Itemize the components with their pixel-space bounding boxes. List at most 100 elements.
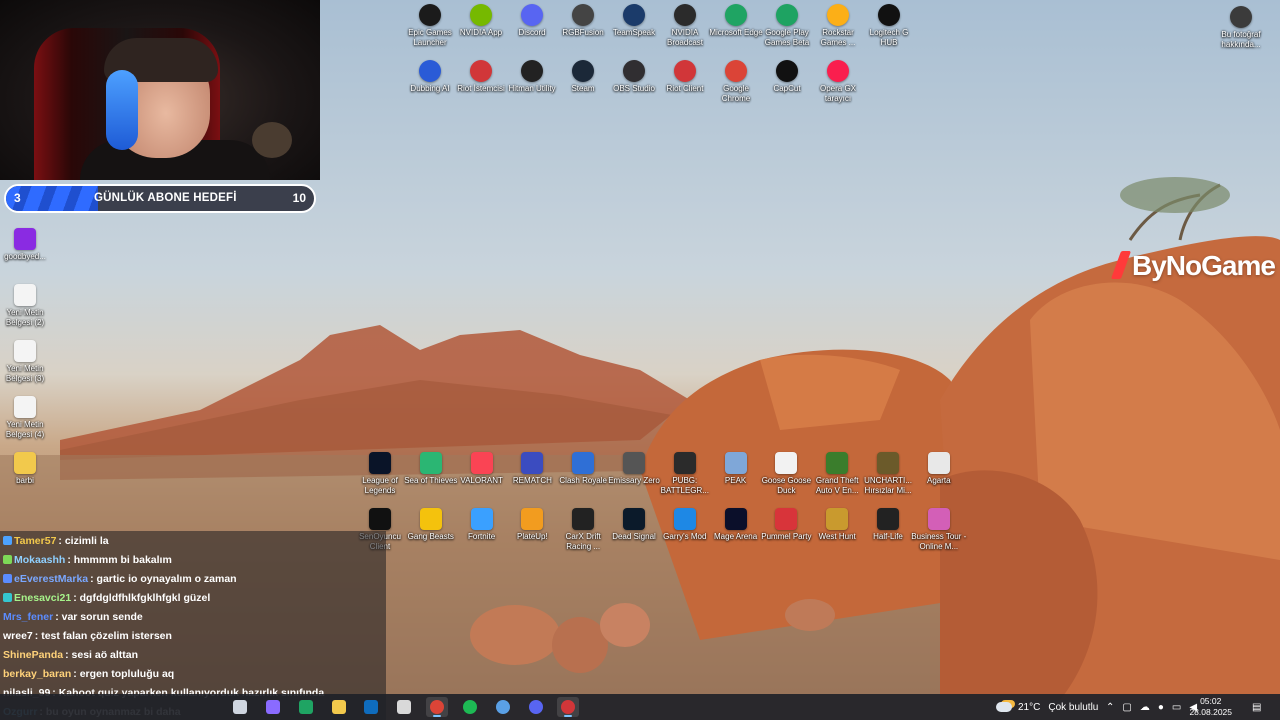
fortnite-shortcut[interactable]: Fortnite [454,508,510,542]
shortcut-label: League of Legends [362,476,398,495]
clock[interactable]: 05:02 28.08.2025 [1189,696,1232,718]
chat-message: Tamer57: cizimli la [0,531,386,550]
tray-app-icon[interactable]: ▢ [1122,702,1131,713]
rgbfusion-shortcut[interactable]: RGBFusion [555,4,611,38]
rockstar-shortcut[interactable]: Rockstar Games ... [810,4,866,48]
chevron-up-icon[interactable]: ⌃ [1106,702,1114,713]
agarta-shortcut[interactable]: Agarta [911,452,967,486]
settings-app-button[interactable] [492,697,514,717]
microphone-icon[interactable]: ● [1158,702,1164,713]
riot-client-shortcut[interactable]: Riot İstemcisi [453,60,509,94]
chat-message: eEverestMarka: gartic io oynayalım o zam… [0,569,386,588]
west-hunt-shortcut[interactable]: West Hunt [809,508,865,542]
text-file-shortcut[interactable]: Yeni Metin Belgesi (2) [0,284,53,328]
league-shortcut[interactable]: League of Legends [352,452,408,496]
chrome-shortcut[interactable]: Google Chrome [708,60,764,104]
logitech-shortcut[interactable]: Logitech G HUB [861,4,917,48]
edge-shortcut[interactable]: Microsoft Edge [708,4,764,38]
plush-toy [252,122,292,158]
network-icon[interactable]: ▭ [1172,702,1181,713]
shortcut-label: Microsoft Edge [709,28,763,37]
discord-shortcut[interactable]: Discord [504,4,560,38]
winrar-shortcut[interactable]: goodbyed... [0,228,53,262]
google-play-games-shortcut[interactable]: Google Play Games Beta [759,4,815,48]
epic-games-shortcut[interactable]: Epic Games Launcher [402,4,458,48]
chrome-taskbar-button[interactable] [426,697,448,717]
notification-icon[interactable]: ▤ [1252,694,1261,720]
task-view-button[interactable] [229,697,251,717]
hitman-utility-shortcut[interactable]: Hitman Utility [504,60,560,94]
clock-time: 05:02 [1200,696,1222,706]
riot-client2-icon [674,60,696,82]
file-explorer-icon [332,700,346,714]
photo-info-shortcut[interactable]: Bu fotoğraf hakkında... [1213,6,1269,50]
shortcut-label: Epic Games Launcher [408,28,452,47]
shortcut-label: Steam [571,84,595,93]
copilot-icon [266,700,280,714]
steam-shortcut[interactable]: Steam [555,60,611,94]
peak-shortcut[interactable]: PEAK [708,452,764,486]
half-life-shortcut[interactable]: Half-Life [860,508,916,542]
spotify-button[interactable] [459,697,481,717]
plateup-icon [521,508,544,530]
uncharted-icon [877,452,899,474]
carx-shortcut[interactable]: CarX Drift Racing ... [555,508,611,552]
copilot-button[interactable] [262,697,284,717]
discord-taskbar-button[interactable] [525,697,547,717]
valorant-shortcut[interactable]: VALORANT [454,452,510,486]
file-explorer-button[interactable] [328,697,350,717]
goose-goose-duck-shortcut[interactable]: Goose Goose Duck [758,452,814,496]
nvidia-broadcast-shortcut[interactable]: NVIDIA Broadcast [657,4,713,48]
riot-client-icon [470,60,492,82]
agarta-icon [927,452,950,474]
goose-goose-duck-icon [775,452,798,474]
tray-weather-icon[interactable]: ☁ [1140,702,1150,713]
outlook-button[interactable] [360,697,382,717]
plateup-shortcut[interactable]: PlateUp! [504,508,560,542]
opera-gx-icon [827,60,849,82]
mage-arena-shortcut[interactable]: Mage Arena [708,508,764,542]
emissary-zero-shortcut[interactable]: Emissary Zero [606,452,662,486]
riot-client2-shortcut[interactable]: Riot Client [657,60,713,94]
shortcut-label: OBS Studio [613,84,655,93]
dead-signal-shortcut[interactable]: Dead Signal [606,508,662,542]
teamspeak-shortcut[interactable]: TeamSpeak [606,4,662,38]
edge-taskbar-button[interactable] [295,697,317,717]
dubbing-ai-shortcut[interactable]: Dubbing AI [402,60,458,94]
weather-widget[interactable]: 21°C Çok bulutlu [996,694,1098,720]
uncharted-shortcut[interactable]: UNCHARTI... Hırsızlar Mi... [860,452,916,496]
chrome-taskbar-icon [430,700,444,714]
nvidia-shortcut[interactable]: NVIDIA App [453,4,509,38]
pubg-shortcut[interactable]: PUBG: BATTLEGR... [657,452,713,496]
shortcut-label: PlateUp! [517,532,548,541]
carx-icon [572,508,595,530]
text-file-shortcut[interactable]: Yeni Metin Belgesi (3) [0,340,53,384]
gang-beasts-shortcut[interactable]: Gang Beasts [403,508,459,542]
pummel-party-shortcut[interactable]: Pummel Party [758,508,814,542]
senoyuncu-icon [369,508,391,530]
league-icon [369,452,391,474]
garrys-mod-icon [673,508,696,530]
obs-taskbar-button[interactable] [557,697,579,717]
sea-of-thieves-shortcut[interactable]: Sea of Thieves [403,452,459,486]
garrys-mod-shortcut[interactable]: Garry's Mod [657,508,713,542]
taskbar: 21°C Çok bulutlu ⌃ ▢ ☁ ● ▭ ◀ 05:02 28.08… [0,694,1280,720]
steam-icon [572,60,594,82]
text-file-shortcut[interactable]: Yeni Metin Belgesi (4) [0,396,53,440]
gta-shortcut[interactable]: Grand Theft Auto V En... [809,452,865,496]
chat-username: Tamer57 [14,534,57,547]
task-view-icon [233,700,247,714]
folder-shortcut[interactable]: barbi [0,452,53,486]
capcut-shortcut[interactable]: CapCut [759,60,815,94]
opera-gx-shortcut[interactable]: Opera GX tarayıcı [810,60,866,104]
subscriber-goal-bar: 3 GÜNLÜK ABONE HEDEFİ 10 [4,184,316,213]
business-tour-shortcut[interactable]: Business Tour - Online M... [911,508,967,552]
rematch-shortcut[interactable]: REMATCH [504,452,560,486]
xbox-button[interactable] [393,697,415,717]
clash-royale-shortcut[interactable]: Clash Royale [555,452,611,486]
obs-shortcut[interactable]: OBS Studio [606,60,662,94]
shortcut-label: TeamSpeak [612,28,656,37]
headset-icon [106,70,138,150]
rockstar-icon [827,4,849,26]
chat-message: wree7: test falan çözelim istersen [0,626,386,645]
